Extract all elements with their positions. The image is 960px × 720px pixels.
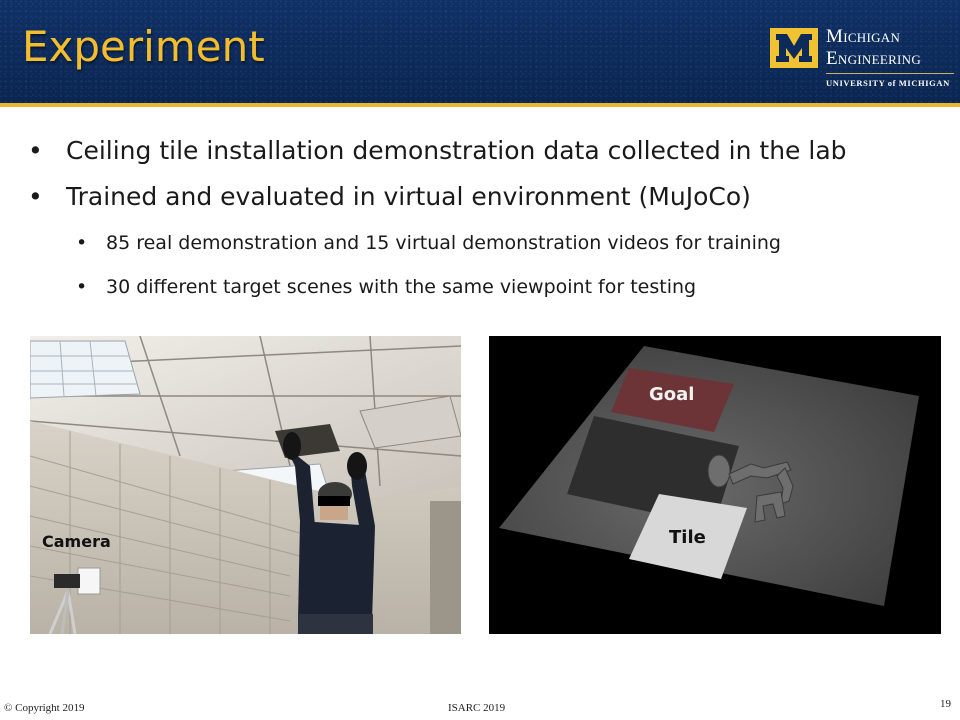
lab-photo-illustration	[30, 336, 461, 634]
bullet-item: • Trained and evaluated in virtual enviro…	[28, 182, 751, 211]
michigan-engineering-logo: Michigan Engineering UNIVERSITY of MICHI…	[770, 26, 954, 92]
sub-bullet-text: 30 different target scenes with the same…	[106, 276, 697, 298]
sub-bullet-item: • 30 different target scenes with the sam…	[76, 276, 697, 298]
header-rule	[0, 103, 960, 107]
footer-copyright: © Copyright 2019	[4, 702, 85, 714]
simulation-illustration	[499, 346, 919, 606]
sub-bullet-item: • 85 real demonstration and 15 virtual de…	[76, 232, 781, 254]
lab-photo: Camera	[30, 336, 461, 634]
camera-label: Camera	[42, 532, 111, 551]
sub-bullet-text: 85 real demonstration and 15 virtual dem…	[106, 232, 781, 254]
bullet-text: Trained and evaluated in virtual environ…	[66, 182, 751, 211]
goal-label: Goal	[649, 384, 695, 405]
logo-text-engineering: Engineering	[826, 48, 922, 69]
simulation-render: Goal Tile	[489, 336, 941, 634]
slide-title: Experiment	[22, 22, 265, 71]
footer-conference: ISARC 2019	[448, 702, 506, 714]
bullet-text: Ceiling tile installation demonstration …	[66, 136, 847, 165]
logo-divider	[826, 73, 954, 74]
logo-subline: UNIVERSITY of MICHIGAN	[826, 78, 950, 88]
logo-text-michigan: Michigan	[826, 26, 901, 47]
page-number: 19	[940, 698, 951, 710]
bullet-item: • Ceiling tile installation demonstration…	[28, 136, 847, 165]
tile-label: Tile	[669, 527, 706, 548]
block-m-icon	[770, 28, 818, 68]
